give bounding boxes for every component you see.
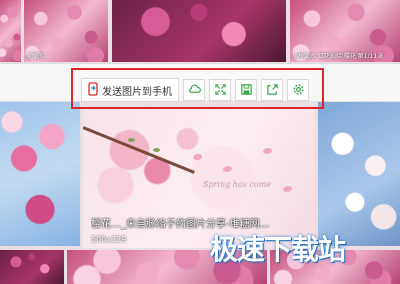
fullscreen-icon <box>214 81 227 100</box>
photo-tile-bottom-left[interactable] <box>0 250 64 284</box>
share-icon <box>266 81 279 100</box>
photo-tile-top-2[interactable] <box>112 0 286 62</box>
tile-caption: 美丽的 <box>26 53 45 60</box>
toolbar-row: 发送图片到手机 <box>81 78 309 102</box>
toolbar-highlight: 发送图片到手机 <box>71 68 324 109</box>
leaf-graphic <box>128 138 135 142</box>
photo-tile-top-1[interactable]: 美丽的 <box>24 0 108 62</box>
phone-icon <box>88 81 98 99</box>
share-button[interactable] <box>261 79 283 101</box>
photo-tile-top-3[interactable]: 小桥流水 红花灿烂 樱花 第1/11张 <box>290 0 400 62</box>
cloud-upload-icon <box>188 81 201 100</box>
petal-graphic <box>193 154 202 160</box>
photo-tile-left[interactable] <box>0 100 80 246</box>
image-size: 500x329 <box>91 235 127 244</box>
site-watermark: 极速下载站 <box>210 233 346 266</box>
petal-graphic <box>223 166 232 172</box>
script-text: Spring has come <box>203 180 271 189</box>
save-icon <box>240 81 253 100</box>
settings-icon <box>292 81 305 100</box>
photo-tile-right[interactable] <box>318 100 400 246</box>
petal-graphic <box>263 148 272 154</box>
photo-tile-top-left[interactable] <box>0 0 21 62</box>
fullscreen-button[interactable] <box>209 79 231 101</box>
branch-graphic <box>83 126 195 174</box>
save-button[interactable] <box>235 79 257 101</box>
leaf-graphic <box>153 148 160 152</box>
send-to-phone-label: 发送图片到手机 <box>102 86 172 98</box>
cloud-upload-button[interactable] <box>183 79 205 101</box>
settings-button[interactable] <box>287 79 309 101</box>
tile-caption: 小桥流水 红花灿烂 樱花 第1/11张 <box>292 53 384 60</box>
petal-graphic <box>283 186 292 192</box>
featured-image[interactable]: Spring has come 樱花…_来自脉络子的图片分享-堆糖网… 500x… <box>83 108 315 248</box>
send-to-phone-button[interactable]: 发送图片到手机 <box>81 78 179 102</box>
